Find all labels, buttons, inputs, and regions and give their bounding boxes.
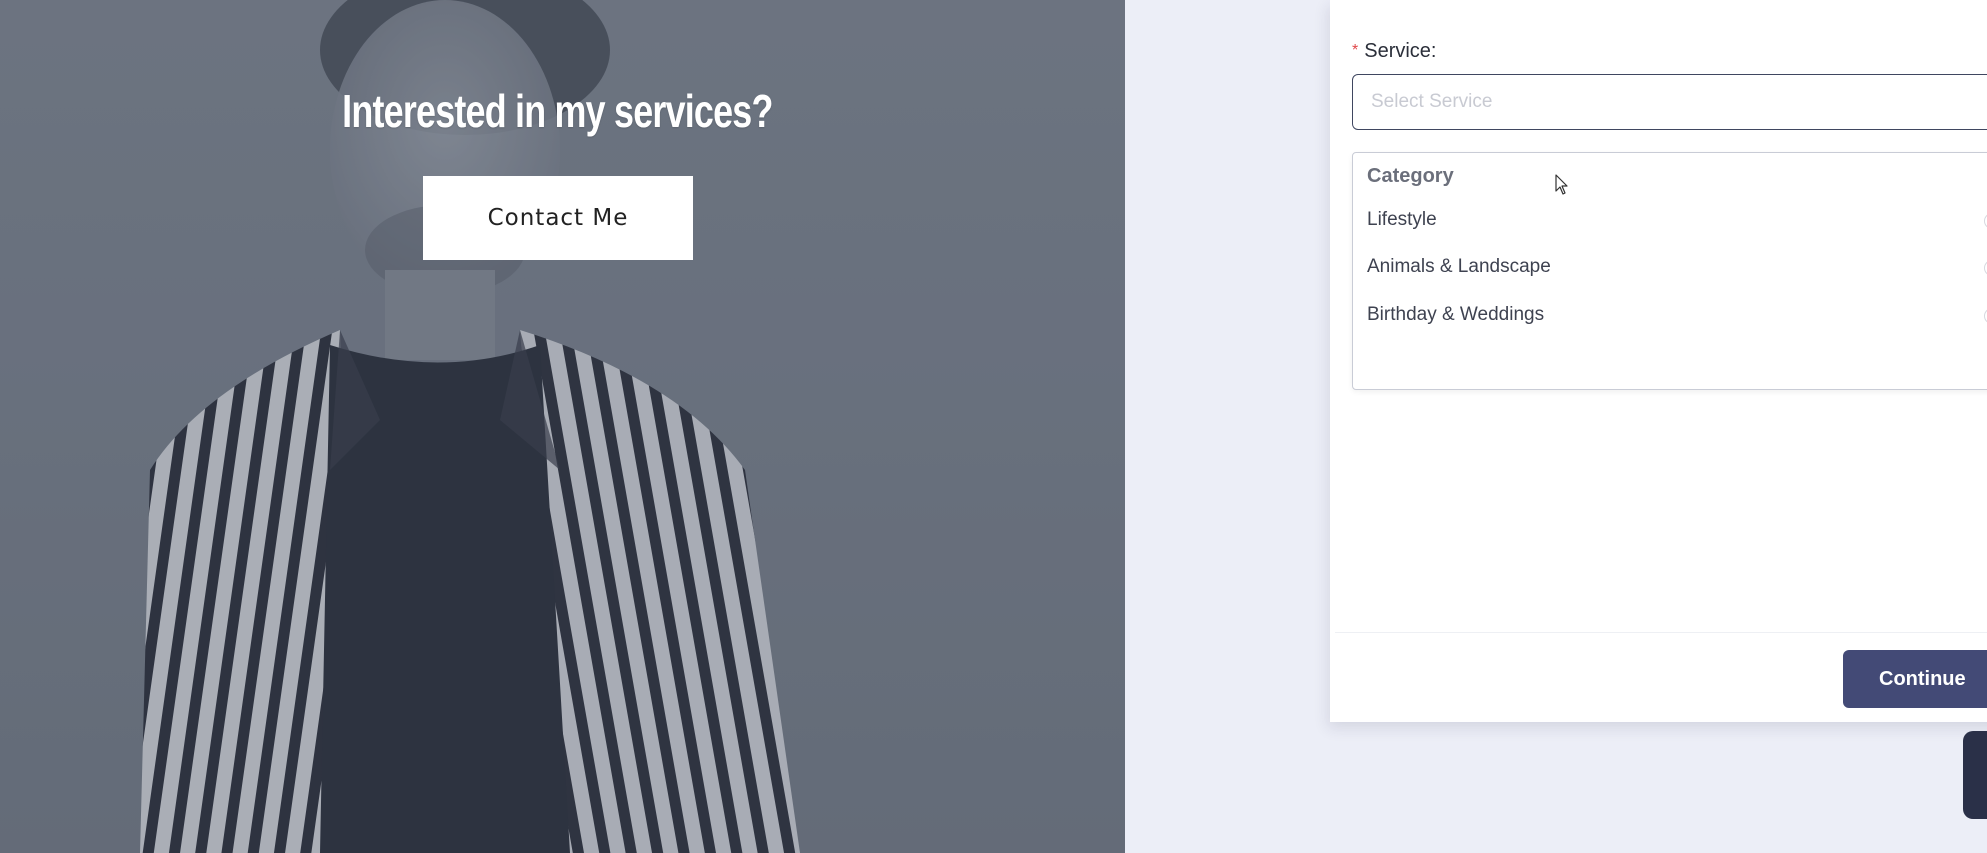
hero-section: Interested in my services? Contact Me (0, 0, 1125, 853)
hero-title: Interested in my services? (342, 85, 773, 137)
dropdown-item-animals-landscape[interactable]: Animals & Landscape (1367, 256, 1551, 278)
continue-button[interactable]: Continue (1843, 650, 1987, 708)
form-footer-divider (1335, 632, 1987, 633)
dropdown-item-birthday-weddings[interactable]: Birthday & Weddings (1367, 304, 1544, 326)
dropdown-category-header: Category (1367, 165, 1454, 187)
required-marker: * (1352, 42, 1359, 59)
service-label: * Service: (1352, 40, 1436, 63)
service-label-text: Service: (1364, 40, 1437, 62)
contact-me-button[interactable]: Contact Me (423, 176, 693, 260)
mouse-pointer-icon (1555, 174, 1568, 195)
dropdown-item-lifestyle[interactable]: Lifestyle (1367, 209, 1437, 231)
service-select-input[interactable] (1352, 74, 1987, 130)
page: Interested in my services? Contact Me * S… (0, 0, 1987, 853)
chat-widget-icon[interactable] (1963, 731, 1987, 819)
service-dropdown: Category Lifestyle Animals & Landscape B… (1352, 152, 1987, 390)
